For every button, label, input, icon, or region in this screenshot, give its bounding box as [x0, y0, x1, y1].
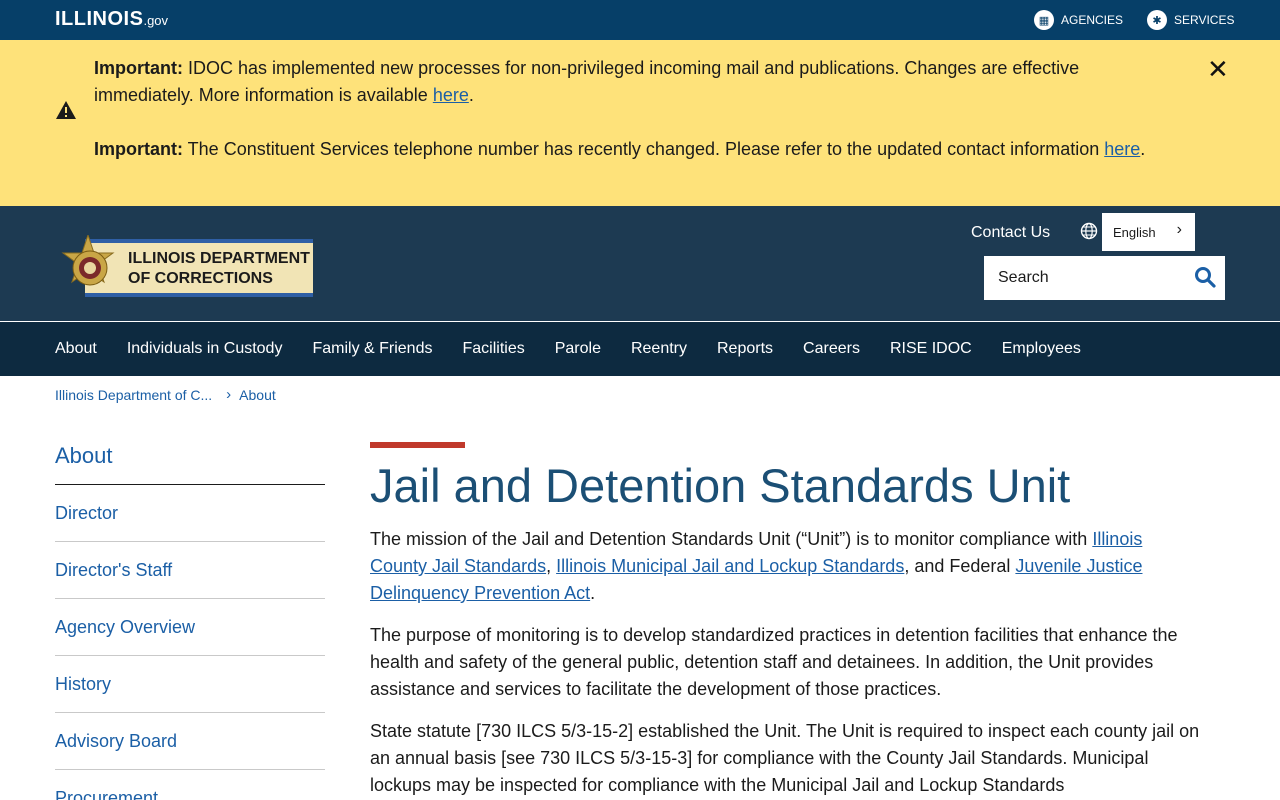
search-input[interactable]	[984, 256, 1174, 300]
building-icon: ▦	[1034, 10, 1054, 30]
nav-item-about[interactable]: About	[55, 340, 97, 358]
search-icon[interactable]	[1194, 266, 1216, 288]
alert-end: .	[1140, 139, 1146, 159]
illinois-gov-logo[interactable]: ILLINOIS.gov	[55, 8, 168, 31]
alert-text: IDOC has implemented new processes for n…	[94, 58, 1080, 105]
mission-text: ,	[546, 556, 557, 576]
important-alert-banner: Important: IDOC has implemented new proc…	[0, 40, 1280, 206]
illinois-gov-logo-text: ILLINOIS	[55, 8, 144, 30]
sidebar-title[interactable]: About	[55, 443, 113, 469]
purpose-paragraph: The purpose of monitoring is to develop …	[370, 625, 1178, 699]
municipal-jail-standards-link[interactable]: Illinois Municipal Jail and Lockup Stand…	[556, 556, 904, 576]
services-link[interactable]: ✱ SERVICES	[1147, 10, 1234, 30]
services-label: SERVICES	[1174, 13, 1235, 27]
sidebar-item-director[interactable]: Director	[55, 485, 325, 542]
chevron-right-icon: ›	[1176, 221, 1182, 238]
nav-item-facilities[interactable]: Facilities	[462, 340, 524, 358]
gov-top-bar: ILLINOIS.gov ▦ AGENCIES ✱ SERVICES	[0, 0, 1280, 40]
alert-message-phone: Important: The Constituent Services tele…	[94, 136, 1234, 163]
alert-message-mail: Important: IDOC has implemented new proc…	[94, 55, 1094, 109]
warning-icon	[56, 101, 76, 119]
nav-item-reports[interactable]: Reports	[717, 340, 773, 358]
sidebar-nav: Director Director's Staff Agency Overvie…	[55, 485, 325, 800]
gears-icon: ✱	[1147, 10, 1167, 30]
nav-item-careers[interactable]: Careers	[803, 340, 860, 358]
nav-item-reentry[interactable]: Reentry	[631, 340, 687, 358]
alert-phone-here-link[interactable]: here	[1104, 139, 1140, 159]
alert-label: Important:	[94, 139, 183, 159]
mission-text: , and Federal	[904, 556, 1016, 576]
logo-line-2: OF CORRECTIONS	[128, 270, 273, 287]
title-accent-bar	[370, 442, 465, 448]
idoc-logo[interactable]: ILLINOIS DEPARTMENT OF CORRECTIONS	[55, 235, 313, 301]
nav-item-family-friends[interactable]: Family & Friends	[312, 340, 432, 358]
sidebar-item-procurement[interactable]: Procurement	[55, 770, 325, 800]
nav-item-parole[interactable]: Parole	[555, 340, 601, 358]
nav-item-employees[interactable]: Employees	[1002, 340, 1081, 358]
nav-item-individuals-in-custody[interactable]: Individuals in Custody	[127, 340, 283, 358]
logo-line-1: ILLINOIS DEPARTMENT	[128, 250, 310, 267]
alert-text: The Constituent Services telephone numbe…	[183, 139, 1105, 159]
illinois-gov-logo-suffix: .gov	[143, 13, 169, 28]
alert-label: Important:	[94, 58, 183, 78]
alert-mail-here-link[interactable]: here	[433, 85, 469, 105]
breadcrumb: Illinois Department of C... › About	[55, 386, 276, 403]
breadcrumb-home-link[interactable]: Illinois Department of C...	[55, 387, 212, 403]
language-label: English	[1113, 224, 1156, 240]
sidebar-item-directors-staff[interactable]: Director's Staff	[55, 542, 325, 599]
chevron-right-icon: ›	[226, 386, 232, 403]
sidebar-item-agency-overview[interactable]: Agency Overview	[55, 599, 325, 656]
mission-paragraph: The mission of the Jail and Detention St…	[370, 526, 1200, 607]
agencies-link[interactable]: ▦ AGENCIES	[1034, 10, 1123, 30]
main-navigation: About Individuals in Custody Family & Fr…	[0, 321, 1280, 376]
mission-text: The mission of the Jail and Detention St…	[370, 529, 1093, 549]
globe-icon	[1080, 222, 1098, 240]
breadcrumb-current-link[interactable]: About	[239, 387, 276, 403]
contact-us-link[interactable]: Contact Us	[971, 224, 1050, 242]
alert-end: .	[468, 85, 474, 105]
mission-text: .	[590, 583, 596, 603]
site-header: ILLINOIS DEPARTMENT OF CORRECTIONS Conta…	[0, 206, 1280, 321]
sidebar-item-history[interactable]: History	[55, 656, 325, 713]
nav-item-rise-idoc[interactable]: RISE IDOC	[890, 340, 972, 358]
page-title: Jail and Detention Standards Unit	[370, 459, 1071, 512]
sidebar-item-advisory-board[interactable]: Advisory Board	[55, 713, 325, 770]
search-box	[984, 256, 1225, 300]
close-icon[interactable]: ✕	[1207, 56, 1229, 82]
language-selector[interactable]: English ›	[1102, 213, 1195, 251]
statute-paragraph: State statute [730 ILCS 5/3-15-2] establ…	[370, 721, 1200, 795]
agencies-label: AGENCIES	[1061, 13, 1124, 27]
